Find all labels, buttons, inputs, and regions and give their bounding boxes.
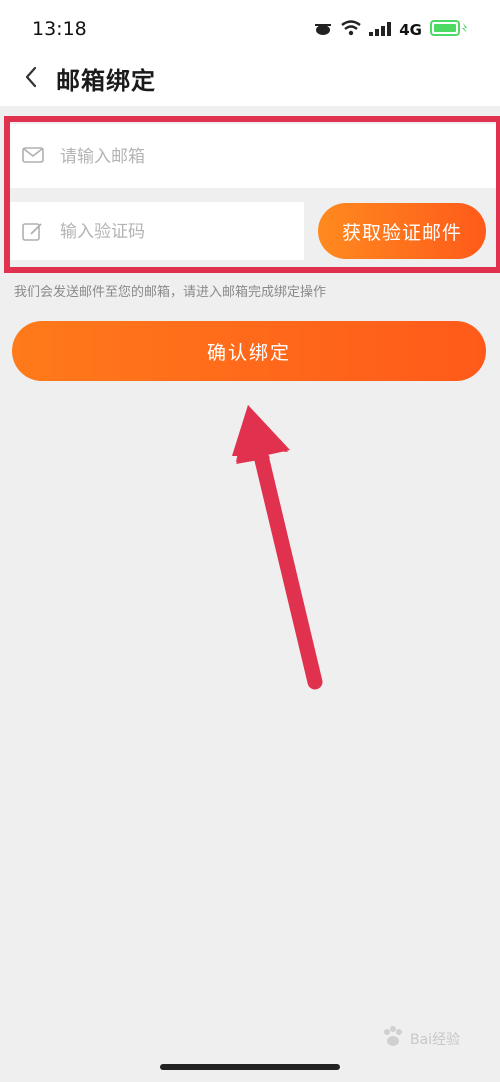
hint-text: 我们会发送邮件至您的邮箱，请进入邮箱完成绑定操作 [14,285,327,300]
status-icons: 4G [313,20,470,40]
code-row [4,202,304,260]
signal-icon [369,21,392,40]
chevron-left-icon [23,65,39,93]
battery-icon [430,20,470,40]
page-title: 邮箱绑定 [56,67,156,95]
status-bar: 13:18 4G [0,0,500,56]
network-type: 4G [399,21,422,39]
wifi-icon [341,20,361,40]
email-row [4,124,496,188]
verification-code-field[interactable] [58,215,292,249]
watermark: Bai经验 [380,1024,460,1054]
home-indicator[interactable] [160,1064,340,1070]
arrow-annotation [200,400,330,704]
paw-icon [380,1024,406,1054]
confirm-bind-button[interactable]: 确认绑定 [12,321,486,381]
envelope-icon [22,146,44,168]
back-button[interactable] [16,62,46,96]
get-verification-email-button[interactable]: 获取验证邮件 [318,203,486,259]
bluetooth-icon [313,21,333,40]
watermark-text: Bai经验 [410,1032,461,1048]
edit-icon [22,222,44,246]
email-field[interactable] [58,140,482,174]
status-time: 13:18 [32,18,87,40]
nav-bar: 邮箱绑定 [0,56,500,106]
